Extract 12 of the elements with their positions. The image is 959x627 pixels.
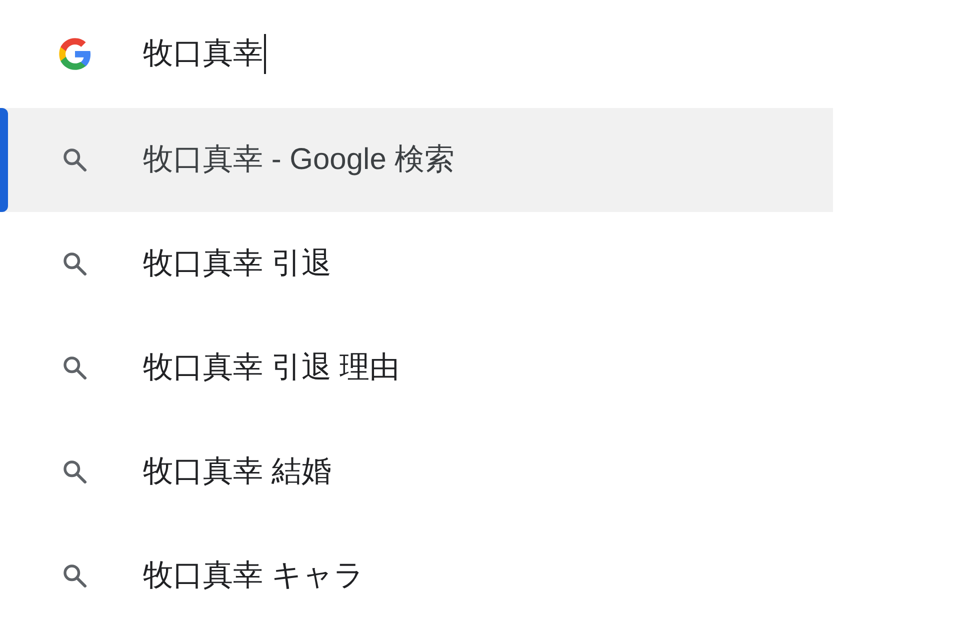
suggestion-text: 牧口真幸 - Google 検索 <box>143 142 455 178</box>
suggestion-text: 牧口真幸 引退 <box>143 246 332 282</box>
suggestion-text: 牧口真幸 キャラ <box>143 558 364 594</box>
suggestion-item[interactable]: 牧口真幸 結婚 <box>0 420 833 524</box>
suggestion-item[interactable]: 牧口真幸 - Google 検索 <box>0 108 833 212</box>
suggestion-item[interactable]: 牧口真幸 引退 <box>0 212 833 316</box>
search-field[interactable]: 牧口真幸 <box>143 34 266 74</box>
suggestion-text: 牧口真幸 結婚 <box>143 454 332 490</box>
suggestion-text: 牧口真幸 引退 理由 <box>143 350 400 386</box>
text-cursor <box>264 34 266 74</box>
suggestion-item[interactable]: 牧口真幸 引退 理由 <box>0 316 833 420</box>
suggestion-item[interactable]: 牧口真幸 キャラ <box>0 524 833 627</box>
